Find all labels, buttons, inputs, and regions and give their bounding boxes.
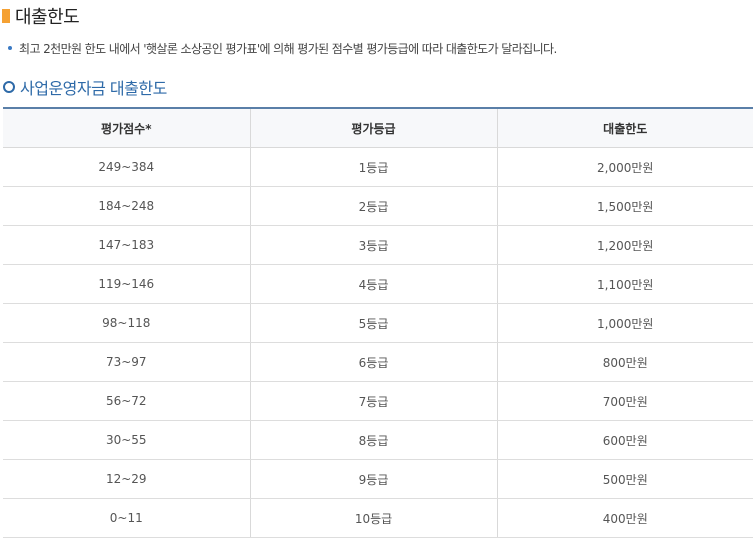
table-row: 0~11 10등급 400만원 [3,498,753,538]
table-header-row: 평가점수* 평가등급 대출한도 [3,107,753,148]
score-cell: 0~11 [3,498,250,538]
limit-cell: 2,000만원 [496,147,753,187]
limit-cell: 1,500만원 [496,186,753,226]
score-cell: 249~384 [3,147,250,187]
column-header-limit: 대출한도 [496,107,753,148]
page-title: 대출한도 [2,4,80,28]
limit-cell: 1,000만원 [496,303,753,343]
limit-cell: 600만원 [496,420,753,460]
square-bullet-icon [2,9,10,23]
grade-cell: 6등급 [249,342,497,382]
grade-cell: 4등급 [249,264,497,304]
table-row: 147~183 3등급 1,200만원 [3,225,753,265]
grade-cell: 1등급 [249,147,497,187]
score-cell: 73~97 [3,342,250,382]
column-header-grade: 평가등급 [249,107,497,148]
table-row: 249~384 1등급 2,000만원 [3,147,753,187]
table-row: 30~55 8등급 600만원 [3,420,753,460]
score-cell: 12~29 [3,459,250,499]
loan-limit-table: 평가점수* 평가등급 대출한도 249~384 1등급 2,000만원 184~… [3,107,753,538]
limit-cell: 700만원 [496,381,753,421]
table-row: 12~29 9등급 500만원 [3,459,753,499]
info-note-text: 최고 2천만원 한도 내에서 '햇살론 소상공인 평가표'에 의해 평가된 점수… [19,41,557,56]
page: 대출한도 최고 2천만원 한도 내에서 '햇살론 소상공인 평가표'에 의해 평… [0,0,754,538]
grade-cell: 7등급 [249,381,497,421]
limit-cell: 400만원 [496,498,753,538]
grade-cell: 8등급 [249,420,497,460]
ring-bullet-icon [3,81,15,93]
score-cell: 30~55 [3,420,250,460]
score-cell: 147~183 [3,225,250,265]
limit-cell: 500만원 [496,459,753,499]
grade-cell: 3등급 [249,225,497,265]
grade-cell: 2등급 [249,186,497,226]
limit-cell: 800만원 [496,342,753,382]
score-cell: 98~118 [3,303,250,343]
table-row: 98~118 5등급 1,000만원 [3,303,753,343]
page-title-text: 대출한도 [15,7,80,28]
info-note: 최고 2천만원 한도 내에서 '햇살론 소상공인 평가표'에 의해 평가된 점수… [8,39,557,57]
limit-cell: 1,100만원 [496,264,753,304]
dot-bullet-icon [8,46,12,50]
table-row: 73~97 6등급 800만원 [3,342,753,382]
grade-cell: 10등급 [249,498,497,538]
limit-cell: 1,200만원 [496,225,753,265]
grade-cell: 5등급 [249,303,497,343]
score-cell: 56~72 [3,381,250,421]
score-cell: 119~146 [3,264,250,304]
column-header-score: 평가점수* [3,107,250,148]
section-title: 사업운영자금 대출한도 [3,76,167,98]
section-title-text: 사업운영자금 대출한도 [20,79,167,98]
grade-cell: 9등급 [249,459,497,499]
table-row: 56~72 7등급 700만원 [3,381,753,421]
table-row: 119~146 4등급 1,100만원 [3,264,753,304]
score-cell: 184~248 [3,186,250,226]
table-row: 184~248 2등급 1,500만원 [3,186,753,226]
